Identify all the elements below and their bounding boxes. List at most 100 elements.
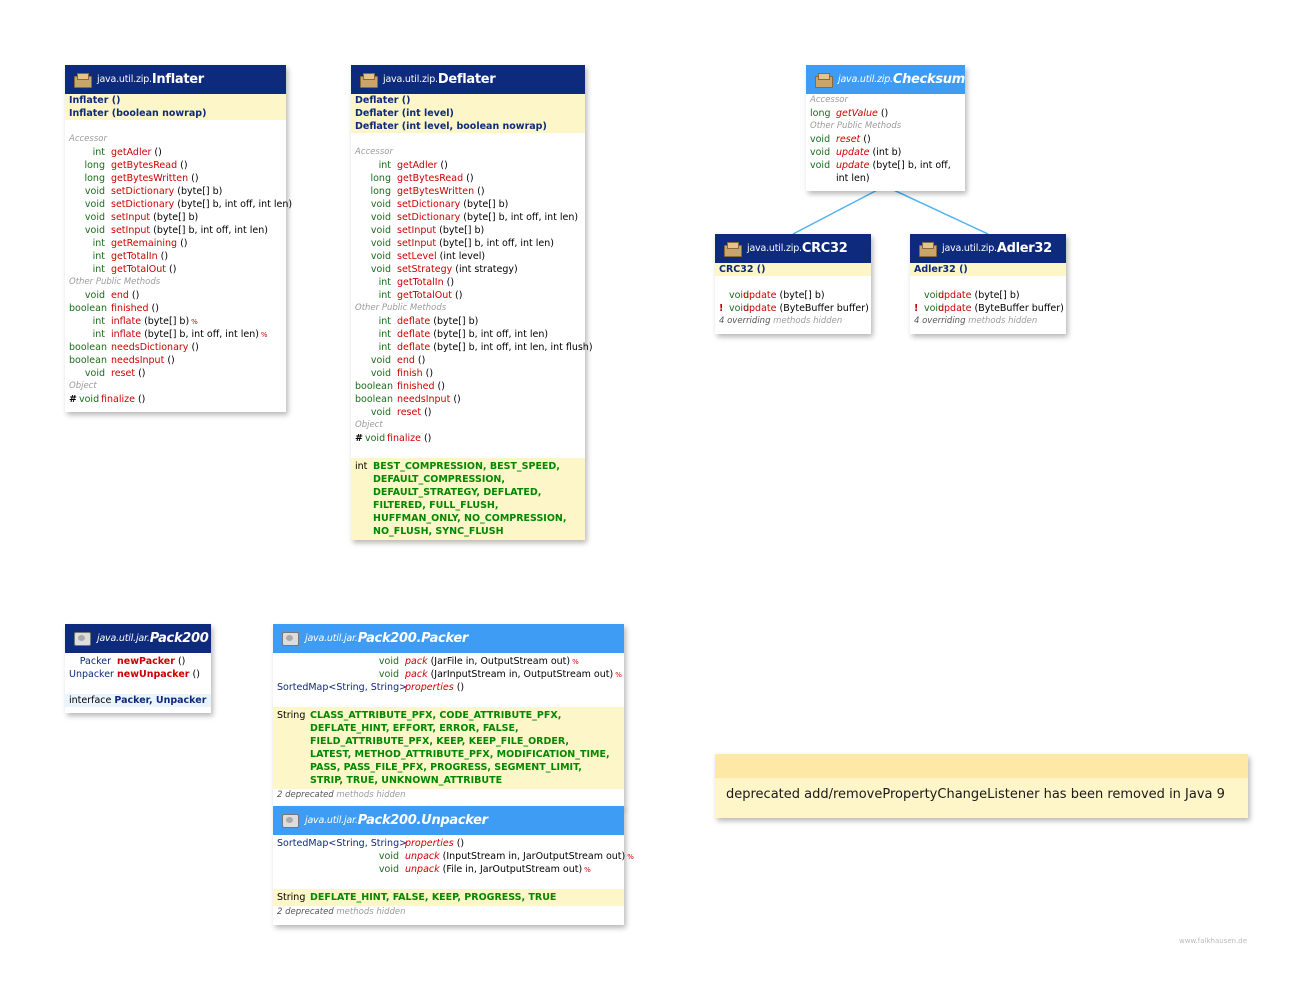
member-name[interactable]: getBytesWritten: [111, 173, 188, 184]
interface-pack200-packer[interactable]: java.util.jar. Pack200.Packer void pack (…: [273, 624, 624, 808]
member-name[interactable]: deflate: [397, 316, 430, 327]
member-name[interactable]: setInput: [397, 238, 436, 249]
member-name[interactable]: update: [836, 160, 869, 171]
member-name[interactable]: setStrategy: [397, 264, 452, 275]
class-header: java.util.zip. Adler32: [910, 234, 1066, 263]
member-name[interactable]: newUnpacker: [117, 669, 190, 680]
member-name[interactable]: getTotalOut: [397, 290, 452, 301]
member-name[interactable]: getAdler: [111, 147, 151, 158]
constants-values: DEFLATE_HINT, FALSE, KEEP, PROGRESS, TRU…: [310, 892, 557, 903]
member-name[interactable]: end: [397, 355, 415, 366]
member-name[interactable]: setLevel: [397, 251, 437, 262]
member-name[interactable]: inflate: [111, 329, 141, 340]
member-type: int: [378, 290, 391, 301]
member-type: void: [810, 147, 831, 158]
member-name[interactable]: setDictionary: [111, 199, 174, 210]
member-name[interactable]: unpack: [405, 864, 440, 875]
member-name[interactable]: getTotalIn: [397, 277, 444, 288]
class-adler32[interactable]: java.util.zip. Adler32 Adler32 () void up…: [910, 234, 1066, 334]
member-name[interactable]: finalize: [387, 433, 421, 444]
member-name[interactable]: getBytesRead: [397, 173, 463, 184]
member-params: int len): [836, 173, 870, 184]
member-name[interactable]: newPacker: [117, 656, 175, 667]
member-name[interactable]: setDictionary: [111, 186, 174, 197]
member-name[interactable]: needsDictionary: [111, 342, 188, 353]
member-name[interactable]: inflate: [111, 316, 141, 327]
interface-checksum[interactable]: java.util.zip. Checksum Accessor long get…: [806, 65, 965, 191]
class-deflater[interactable]: java.util.zip. Deflater Deflater () Deflat…: [351, 65, 593, 540]
method-row: void setDictionary (byte[] b, int off, i…: [351, 211, 585, 224]
member-name[interactable]: end: [111, 290, 129, 301]
member-name[interactable]: getRemaining: [111, 238, 177, 249]
method-row: int deflate (byte[] b, int off, int len,…: [351, 341, 593, 354]
object-methods: # void finalize (): [65, 393, 286, 406]
methods: SortedMap<String, String> properties () v…: [273, 837, 634, 876]
member-name[interactable]: getAdler: [397, 160, 437, 171]
member-name[interactable]: properties: [405, 682, 454, 693]
method-row: boolean finished (): [351, 380, 585, 393]
member-name[interactable]: update: [743, 303, 776, 314]
member-name[interactable]: getBytesWritten: [397, 186, 474, 197]
member-name[interactable]: reset: [836, 134, 860, 145]
member-name[interactable]: setDictionary: [397, 199, 460, 210]
member-params: (): [188, 173, 199, 184]
method-row: SortedMap<String, String> properties (): [273, 681, 624, 694]
member-type: void: [84, 186, 105, 197]
member-type: void: [370, 199, 391, 210]
constructor-row: Deflater (): [351, 94, 585, 107]
member-name[interactable]: update: [743, 290, 776, 301]
member-name[interactable]: getTotalOut: [111, 264, 166, 275]
constants-type: String: [277, 710, 306, 721]
member-name[interactable]: setInput: [111, 225, 150, 236]
member-name[interactable]: finished: [397, 381, 435, 392]
member-name[interactable]: pack: [405, 656, 428, 667]
interface-pack200-unpacker[interactable]: java.util.jar. Pack200.Unpacker SortedMap…: [273, 806, 634, 925]
member-name[interactable]: needsInput: [397, 394, 450, 405]
member-type: int: [92, 264, 105, 275]
class-inflater[interactable]: java.util.zip. Inflater Inflater () Inflat…: [65, 65, 292, 412]
member-name[interactable]: properties: [405, 838, 454, 849]
member-name[interactable]: getBytesRead: [111, 160, 177, 171]
deprecation-note: deprecated add/removePropertyChangeListe…: [715, 754, 1248, 818]
methods: void pack (JarFile in, OutputStream out)…: [273, 655, 624, 694]
member-name[interactable]: deflate: [397, 342, 430, 353]
class-crc32[interactable]: java.util.zip. CRC32 CRC32 () void update…: [715, 234, 871, 334]
member-name[interactable]: finished: [111, 303, 149, 314]
member-name[interactable]: needsInput: [111, 355, 164, 366]
member-name[interactable]: update: [938, 303, 971, 314]
section-label: Accessor: [69, 134, 107, 144]
class-name: CRC32: [801, 241, 848, 256]
member-name[interactable]: pack: [405, 669, 428, 680]
member-type: void: [365, 433, 386, 444]
member-name[interactable]: deflate: [397, 329, 430, 340]
methods: void update (byte[] b)! void update (Byte…: [910, 289, 1066, 315]
package-name: java.util.zip.: [97, 74, 152, 85]
section-label: Object: [69, 381, 97, 391]
member-name[interactable]: setInput: [397, 225, 436, 236]
package-name: java.util.jar.: [305, 633, 358, 644]
constants-type: String: [277, 892, 306, 903]
other-methods: int deflate (byte[] b) int deflate (byte[…: [351, 315, 593, 419]
method-row: boolean needsInput (): [65, 354, 286, 367]
member-name[interactable]: reset: [111, 368, 135, 379]
accessor-methods: long getValue (): [806, 107, 965, 120]
member-name[interactable]: setDictionary: [397, 212, 460, 223]
class-name: Inflater: [151, 72, 204, 87]
watermark: www.falkhausen.de: [1179, 937, 1248, 945]
other-methods: void reset () void update (int b) void upd…: [806, 133, 965, 185]
member-name[interactable]: unpack: [405, 851, 440, 862]
member-name[interactable]: update: [938, 290, 971, 301]
method-row: void setLevel (int level): [351, 250, 585, 263]
throws-marker: %: [191, 318, 198, 326]
class-pack200[interactable]: java.util.jar. Pack200 Packer newPacker (…: [65, 624, 211, 713]
member-params: (): [177, 238, 188, 249]
member-name[interactable]: finish: [397, 368, 423, 379]
member-name[interactable]: setInput: [111, 212, 150, 223]
member-name[interactable]: getTotalIn: [111, 251, 158, 262]
member-name[interactable]: update: [836, 147, 869, 158]
method-row: void setInput (byte[] b): [65, 211, 286, 224]
constructor-list: Inflater () Inflater (boolean nowrap): [65, 94, 286, 120]
member-name[interactable]: reset: [397, 407, 421, 418]
member-name[interactable]: getValue: [836, 108, 878, 119]
member-name[interactable]: finalize: [101, 394, 135, 405]
